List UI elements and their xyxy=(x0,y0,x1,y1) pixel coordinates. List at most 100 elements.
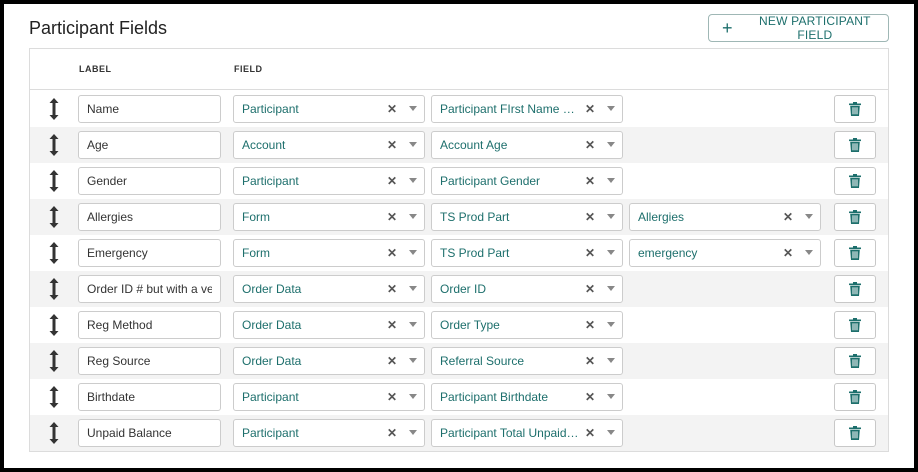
clear-x-icon[interactable]: ✕ xyxy=(383,102,401,116)
delete-row-button[interactable] xyxy=(834,311,876,339)
chevron-down-icon[interactable] xyxy=(798,214,820,220)
clear-x-icon[interactable]: ✕ xyxy=(581,138,599,152)
chevron-down-icon[interactable] xyxy=(600,358,622,364)
label-input[interactable] xyxy=(78,131,221,159)
label-input[interactable] xyxy=(78,167,221,195)
clear-x-icon[interactable]: ✕ xyxy=(383,354,401,368)
field-select[interactable]: Order Data ✕ xyxy=(233,311,425,339)
clear-x-icon[interactable]: ✕ xyxy=(383,174,401,188)
label-input[interactable] xyxy=(78,275,221,303)
clear-x-icon[interactable]: ✕ xyxy=(581,426,599,440)
clear-x-icon[interactable]: ✕ xyxy=(581,174,599,188)
clear-x-icon[interactable]: ✕ xyxy=(581,246,599,260)
chevron-down-icon[interactable] xyxy=(600,250,622,256)
subfield-select[interactable]: Participant Birthdate ✕ xyxy=(431,383,623,411)
chevron-down-icon[interactable] xyxy=(600,430,622,436)
field-select[interactable]: Participant ✕ xyxy=(233,383,425,411)
chevron-down-icon[interactable] xyxy=(402,322,424,328)
clear-x-icon[interactable]: ✕ xyxy=(779,246,797,260)
drag-handle[interactable] xyxy=(46,312,62,338)
subfield-select[interactable]: Participant Gender ✕ xyxy=(431,167,623,195)
delete-row-button[interactable] xyxy=(834,203,876,231)
chevron-down-icon[interactable] xyxy=(402,214,424,220)
chevron-down-icon[interactable] xyxy=(600,214,622,220)
field-select[interactable]: Order Data ✕ xyxy=(233,275,425,303)
chevron-down-icon[interactable] xyxy=(600,106,622,112)
form-field-select[interactable]: Allergies ✕ xyxy=(629,203,821,231)
clear-x-icon[interactable]: ✕ xyxy=(581,102,599,116)
subfield-select[interactable]: Participant Total Unpaid Balance ✕ xyxy=(431,419,623,447)
clear-x-icon[interactable]: ✕ xyxy=(581,354,599,368)
chevron-down-icon[interactable] xyxy=(798,250,820,256)
drag-handle[interactable] xyxy=(46,348,62,374)
delete-row-button[interactable] xyxy=(834,275,876,303)
field-select[interactable]: Account ✕ xyxy=(233,131,425,159)
label-input[interactable] xyxy=(78,203,221,231)
chevron-down-icon[interactable] xyxy=(600,286,622,292)
clear-x-icon[interactable]: ✕ xyxy=(581,318,599,332)
chevron-down-icon[interactable] xyxy=(600,178,622,184)
label-input[interactable] xyxy=(78,419,221,447)
delete-row-button[interactable] xyxy=(834,167,876,195)
clear-x-icon[interactable]: ✕ xyxy=(581,210,599,224)
drag-handle[interactable] xyxy=(46,168,62,194)
delete-row-button[interactable] xyxy=(834,239,876,267)
delete-row-button[interactable] xyxy=(834,419,876,447)
clear-x-icon[interactable]: ✕ xyxy=(383,390,401,404)
form-field-select[interactable]: emergency ✕ xyxy=(629,239,821,267)
subfield-select[interactable]: Participant FIrst Name Only ✕ xyxy=(431,95,623,123)
field-select[interactable]: Form ✕ xyxy=(233,239,425,267)
chevron-down-icon[interactable] xyxy=(402,142,424,148)
subfield-select[interactable]: Order Type ✕ xyxy=(431,311,623,339)
delete-row-button[interactable] xyxy=(834,347,876,375)
table-row: Participant ✕ Participant FIrst Name Onl… xyxy=(30,91,888,127)
drag-handle[interactable] xyxy=(46,276,62,302)
chevron-down-icon[interactable] xyxy=(402,250,424,256)
drag-handle[interactable] xyxy=(46,420,62,446)
clear-x-icon[interactable]: ✕ xyxy=(383,426,401,440)
chevron-down-icon[interactable] xyxy=(402,358,424,364)
drag-handle[interactable] xyxy=(46,204,62,230)
label-input[interactable] xyxy=(78,239,221,267)
clear-x-icon[interactable]: ✕ xyxy=(383,138,401,152)
chevron-down-icon[interactable] xyxy=(600,394,622,400)
chevron-down-icon[interactable] xyxy=(402,178,424,184)
subfield-select[interactable]: Account Age ✕ xyxy=(431,131,623,159)
new-participant-field-button[interactable]: + NEW PARTICIPANT FIELD xyxy=(708,14,889,42)
chevron-down-icon[interactable] xyxy=(402,106,424,112)
clear-x-icon[interactable]: ✕ xyxy=(383,246,401,260)
chevron-down-icon[interactable] xyxy=(600,142,622,148)
label-input[interactable] xyxy=(78,347,221,375)
subfield-select[interactable]: TS Prod Part ✕ xyxy=(431,203,623,231)
subfield-select[interactable]: TS Prod Part ✕ xyxy=(431,239,623,267)
clear-x-icon[interactable]: ✕ xyxy=(779,210,797,224)
drag-handle[interactable] xyxy=(46,240,62,266)
delete-row-button[interactable] xyxy=(834,131,876,159)
clear-x-icon[interactable]: ✕ xyxy=(383,318,401,332)
table-row: Order Data ✕ Order ID ✕ xyxy=(30,271,888,307)
drag-handle[interactable] xyxy=(46,384,62,410)
chevron-down-icon[interactable] xyxy=(600,322,622,328)
chevron-down-icon[interactable] xyxy=(402,394,424,400)
subfield-select[interactable]: Referral Source ✕ xyxy=(431,347,623,375)
label-input[interactable] xyxy=(78,95,221,123)
field-select[interactable]: Form ✕ xyxy=(233,203,425,231)
label-input[interactable] xyxy=(78,383,221,411)
label-input[interactable] xyxy=(78,311,221,339)
delete-row-button[interactable] xyxy=(834,383,876,411)
field-select[interactable]: Participant ✕ xyxy=(233,419,425,447)
trash-icon xyxy=(849,210,861,224)
field-select[interactable]: Order Data ✕ xyxy=(233,347,425,375)
clear-x-icon[interactable]: ✕ xyxy=(383,282,401,296)
chevron-down-icon[interactable] xyxy=(402,430,424,436)
drag-handle[interactable] xyxy=(46,96,62,122)
chevron-down-icon[interactable] xyxy=(402,286,424,292)
subfield-select[interactable]: Order ID ✕ xyxy=(431,275,623,303)
clear-x-icon[interactable]: ✕ xyxy=(383,210,401,224)
delete-row-button[interactable] xyxy=(834,95,876,123)
field-select[interactable]: Participant ✕ xyxy=(233,95,425,123)
clear-x-icon[interactable]: ✕ xyxy=(581,282,599,296)
drag-handle[interactable] xyxy=(46,132,62,158)
field-select[interactable]: Participant ✕ xyxy=(233,167,425,195)
clear-x-icon[interactable]: ✕ xyxy=(581,390,599,404)
